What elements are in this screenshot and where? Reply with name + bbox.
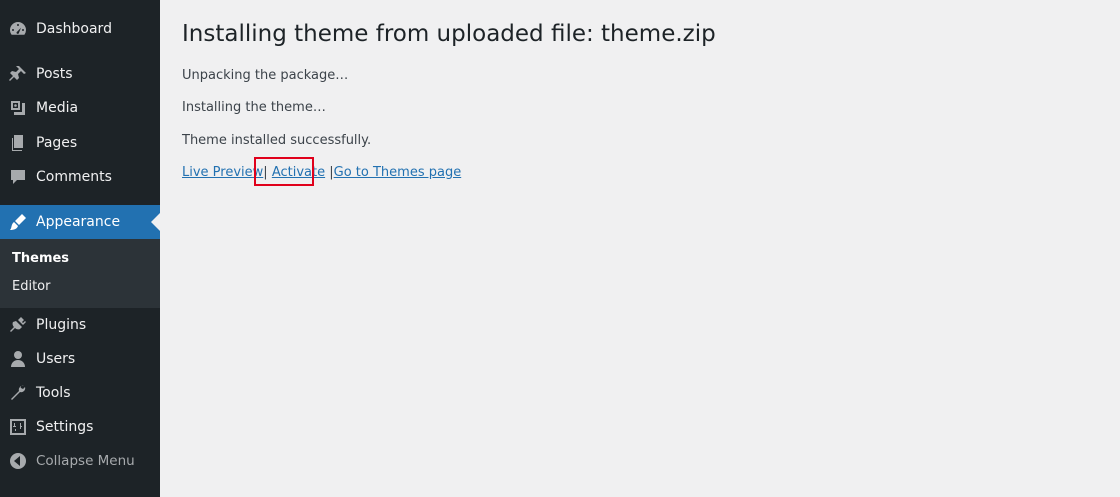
pages-icon: [0, 133, 36, 153]
sidebar-item-label: Plugins: [36, 317, 87, 333]
current-indicator-arrow: [151, 213, 160, 231]
sidebar-item-posts[interactable]: Posts: [0, 57, 160, 91]
sidebar-item-label: Tools: [36, 385, 71, 401]
pin-icon: [0, 64, 36, 84]
themes-page-link[interactable]: Go to Themes page: [334, 165, 462, 180]
sidebar-item-label: Posts: [36, 66, 73, 82]
sidebar-item-label: Comments: [36, 169, 112, 185]
plugin-icon: [0, 315, 36, 335]
collapse-menu-label: Collapse Menu: [36, 453, 135, 469]
sidebar-item-settings[interactable]: Settings: [0, 410, 160, 444]
media-icon: [0, 98, 36, 118]
status-message-unpacking: Unpacking the package…: [182, 68, 349, 83]
dashboard-icon: [0, 19, 36, 39]
activate-link[interactable]: Activate: [272, 165, 325, 180]
submenu-item-themes[interactable]: Themes: [12, 251, 69, 266]
appearance-submenu: Themes Editor: [0, 239, 160, 308]
submenu-item-editor[interactable]: Editor: [12, 279, 50, 294]
settings-icon: [0, 417, 36, 437]
status-message-success: Theme installed successfully.: [182, 133, 372, 148]
sidebar-item-dashboard[interactable]: Dashboard: [0, 12, 160, 46]
sidebar-item-label: Appearance: [36, 214, 121, 230]
comment-icon: [0, 167, 36, 187]
sidebar-item-plugins[interactable]: Plugins: [0, 308, 160, 342]
sidebar-item-media[interactable]: Media: [0, 91, 160, 125]
sidebar-item-pages[interactable]: Pages: [0, 126, 160, 160]
user-icon: [0, 349, 36, 369]
collapse-arrow-icon: [0, 451, 36, 471]
status-message-installing: Installing the theme…: [182, 100, 326, 115]
page-title: Installing theme from uploaded file: the…: [182, 21, 716, 47]
admin-sidebar: Dashboard Posts Media Pages Comments App…: [0, 0, 160, 497]
live-preview-link[interactable]: Live Preview: [182, 165, 263, 180]
sidebar-item-comments[interactable]: Comments: [0, 160, 160, 194]
collapse-menu-button[interactable]: Collapse Menu: [0, 444, 160, 478]
sidebar-item-users[interactable]: Users: [0, 342, 160, 376]
sidebar-item-label: Media: [36, 100, 79, 116]
wrench-icon: [0, 383, 36, 403]
sidebar-item-label: Pages: [36, 135, 78, 151]
sidebar-item-label: Dashboard: [36, 21, 112, 37]
sidebar-item-appearance[interactable]: Appearance: [0, 205, 160, 239]
theme-actions: Live Preview| Activate |Go to Themes pag…: [182, 165, 461, 180]
sidebar-item-tools[interactable]: Tools: [0, 376, 160, 410]
sidebar-item-label: Users: [36, 351, 76, 367]
brush-icon: [0, 212, 36, 232]
sidebar-item-label: Settings: [36, 419, 94, 435]
